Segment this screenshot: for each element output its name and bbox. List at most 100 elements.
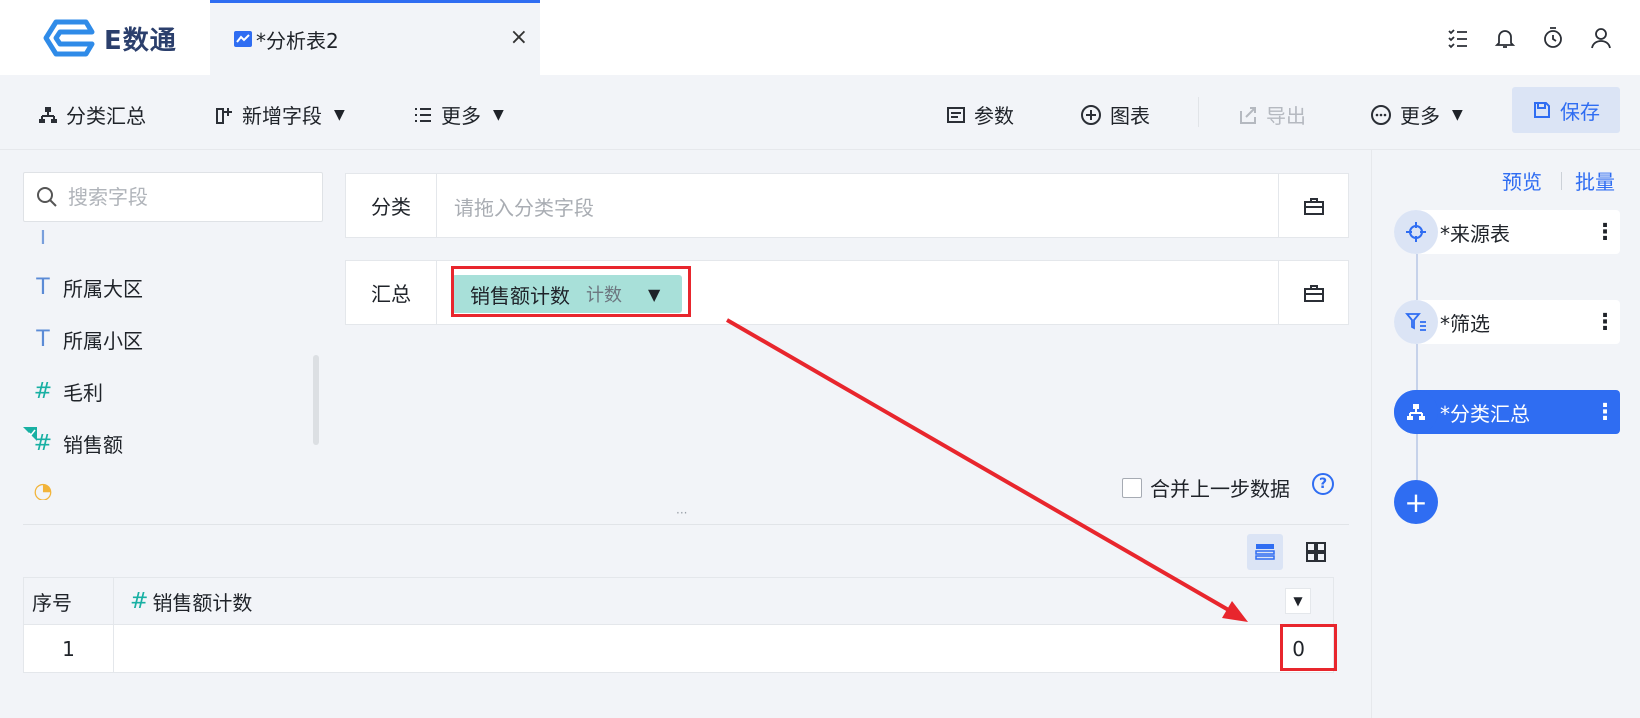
close-icon[interactable]: ×	[510, 25, 528, 50]
step-group-summary[interactable]: *分类汇总 ⋮	[1394, 390, 1620, 434]
grid-view-icon	[1305, 541, 1327, 563]
grid-view-button[interactable]	[1298, 534, 1334, 570]
list-item-partial: T	[23, 230, 63, 252]
list-item[interactable]: # 销售额	[23, 426, 123, 458]
app-logo[interactable]: E数通	[36, 18, 177, 58]
field-list: T T 所属大区 T 所属小区 # 毛利 # 销售额 ◔	[23, 230, 313, 500]
params-label: 参数	[974, 104, 1014, 128]
highlight-box	[1280, 624, 1337, 671]
params-button[interactable]: 参数	[946, 100, 1014, 129]
field-name: 所属大区	[63, 276, 143, 301]
export-label: 导出	[1266, 104, 1306, 128]
toolbox-icon	[1303, 283, 1325, 303]
step-source-table[interactable]: *来源表 ⋮	[1394, 210, 1620, 254]
category-drop-zone[interactable]: 请拖入分类字段	[454, 192, 594, 221]
task-list-icon[interactable]	[1446, 26, 1470, 50]
step-filter[interactable]: *筛选 ⋮	[1394, 300, 1620, 344]
text-type-icon: T	[36, 274, 50, 300]
category-row: 分类 请拖入分类字段	[345, 173, 1349, 238]
field-name: 所属小区	[63, 328, 143, 353]
text-type-icon: T	[36, 230, 50, 250]
top-bar: E数通 *分析表2 ×	[0, 0, 1640, 75]
more-circle-icon	[1370, 104, 1392, 126]
filter-icon	[1394, 300, 1438, 344]
caret-down-icon: ▼	[493, 106, 504, 123]
category-label: 分类	[346, 174, 437, 237]
search-field[interactable]	[23, 172, 323, 222]
step-label: *分类汇总	[1440, 401, 1530, 426]
column-header-sales-count[interactable]: # 销售额计数	[114, 578, 252, 625]
more-right-label: 更多	[1400, 104, 1440, 128]
clock-type-icon: ◔	[33, 478, 53, 501]
more-right-button[interactable]: 更多 ▼	[1370, 100, 1463, 129]
checkbox[interactable]	[1122, 477, 1142, 498]
number-type-icon: #	[33, 378, 53, 404]
add-column-icon	[214, 105, 234, 125]
more-left-button[interactable]: 更多 ▼	[413, 100, 504, 129]
divider	[1561, 172, 1562, 190]
group-summary-label: 分类汇总	[66, 104, 146, 128]
more-left-label: 更多	[441, 104, 481, 128]
help-icon[interactable]: ?	[1312, 473, 1334, 495]
user-icon[interactable]	[1589, 26, 1613, 50]
add-field-label: 新增字段	[242, 104, 322, 128]
tab-title: *分析表2	[256, 28, 339, 53]
row-index: 1	[24, 625, 114, 672]
table-view-button[interactable]	[1247, 534, 1283, 570]
add-circle-icon	[1080, 104, 1102, 126]
list-item[interactable]: # 毛利	[23, 376, 103, 406]
search-icon	[36, 186, 58, 208]
merge-previous-checkbox[interactable]: 合并上一步数据	[1122, 473, 1290, 502]
divider	[23, 524, 1349, 525]
field-name: 销售额	[63, 432, 123, 457]
add-step-button[interactable]: +	[1394, 480, 1438, 524]
logo-text: E数通	[104, 25, 177, 56]
save-label: 保存	[1560, 99, 1600, 124]
scrollbar[interactable]	[313, 355, 319, 445]
divider	[1198, 97, 1199, 127]
summary-settings-button[interactable]	[1278, 261, 1348, 324]
batch-link[interactable]: 批量	[1575, 166, 1615, 195]
group-summary-button[interactable]: 分类汇总	[38, 100, 146, 129]
more-vertical-icon[interactable]: ⋮	[1590, 400, 1620, 425]
save-icon	[1532, 100, 1552, 120]
chart-button[interactable]: 图表	[1080, 100, 1150, 129]
toolbar: 分类汇总 新增字段 ▼ 更多 ▼ 参数 图表 导出 更多 ▼ 保存	[0, 75, 1640, 150]
more-vertical-icon[interactable]: ⋮	[1590, 220, 1620, 245]
table-header: 序号 # 销售额计数 ▼	[24, 578, 1333, 625]
table-row: 1 0	[24, 625, 1333, 672]
save-button[interactable]: 保存	[1512, 87, 1620, 133]
chart-line-icon	[234, 31, 252, 47]
step-label: *筛选	[1440, 311, 1490, 336]
result-table: 序号 # 销售额计数 ▼ 1 0	[23, 577, 1334, 673]
more-vertical-icon[interactable]: ⋮	[1590, 310, 1620, 335]
preview-link[interactable]: 预览	[1502, 166, 1542, 195]
merge-label: 合并上一步数据	[1150, 477, 1290, 501]
params-icon	[946, 105, 966, 125]
caret-down-icon: ▼	[334, 106, 345, 123]
column-header-index: 序号	[24, 578, 114, 625]
list-item[interactable]: T 所属小区	[23, 324, 143, 354]
crosshair-icon	[1394, 210, 1438, 254]
timer-icon[interactable]	[1541, 26, 1565, 50]
number-type-icon: #	[23, 426, 63, 456]
export-icon	[1238, 105, 1258, 125]
column-dropdown-button[interactable]: ▼	[1285, 588, 1311, 614]
list-item-partial: ◔	[23, 476, 63, 501]
tab-analysis[interactable]: *分析表2 ×	[210, 0, 540, 75]
category-settings-button[interactable]	[1278, 174, 1348, 237]
highlight-box	[451, 266, 691, 317]
logo-icon	[43, 19, 95, 57]
list-item[interactable]: T 所属大区	[23, 272, 143, 302]
number-type-icon: #	[130, 589, 149, 614]
summary-label: 汇总	[346, 261, 437, 324]
bell-icon[interactable]	[1493, 26, 1517, 50]
add-field-button[interactable]: 新增字段 ▼	[214, 100, 345, 129]
search-input[interactable]	[68, 185, 308, 209]
hierarchy-icon	[1394, 390, 1438, 434]
chart-label: 图表	[1110, 104, 1150, 128]
resize-handle[interactable]: ···	[676, 506, 687, 520]
step-label: *来源表	[1440, 221, 1510, 246]
export-button[interactable]: 导出	[1238, 100, 1306, 129]
toolbox-icon	[1303, 196, 1325, 216]
